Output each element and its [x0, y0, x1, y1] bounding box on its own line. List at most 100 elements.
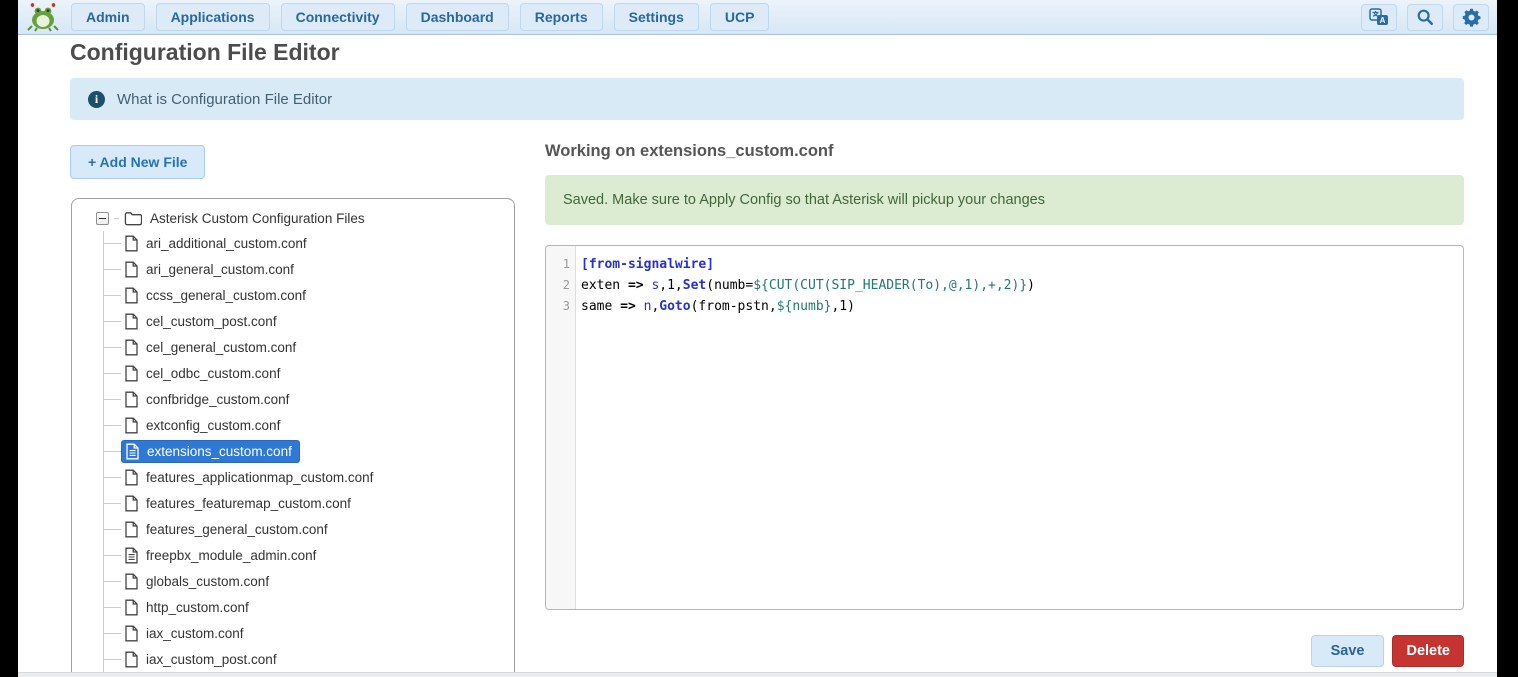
language-button[interactable]: A [1361, 4, 1397, 31]
tree-connector-dash [104, 295, 121, 296]
tree-node[interactable]: iax_custom_post.conf [121, 649, 284, 670]
tree-connector-dash [104, 633, 121, 634]
tree-connector-dash [104, 451, 121, 452]
tree-connector-dash [104, 347, 121, 348]
file-text-icon [124, 547, 139, 564]
file-tree: Asterisk Custom Configuration Files ari_… [72, 199, 514, 677]
file-name-label: extensions_custom.conf [147, 444, 292, 459]
tree-node[interactable]: extconfig_custom.conf [121, 415, 287, 436]
code-text-area[interactable]: [from-signalwire]exten => s,1,Set(numb=$… [576, 246, 1463, 609]
tree-file-item: globals_custom.conf [72, 568, 514, 594]
line-number-gutter: 123 [546, 246, 576, 609]
tree-connector-dash [104, 503, 121, 504]
tree-node[interactable]: ari_additional_custom.conf [121, 233, 314, 254]
file-icon [124, 313, 139, 330]
file-icon [124, 625, 139, 642]
search-button[interactable] [1407, 4, 1443, 31]
info-banner[interactable]: i What is Configuration File Editor [70, 78, 1464, 120]
tree-file-item: ccss_general_custom.conf [72, 282, 514, 308]
tree-file-item: cel_general_custom.conf [72, 334, 514, 360]
tree-file-item: iax_custom_post.conf [72, 646, 514, 672]
language-icon: A [1369, 8, 1389, 26]
saved-success-alert: Saved. Make sure to Apply Config so that… [545, 175, 1464, 225]
tree-node[interactable]: http_custom.conf [121, 597, 256, 618]
tree-node[interactable]: freepbx_module_admin.conf [121, 545, 323, 566]
tree-node[interactable]: features_applicationmap_custom.conf [121, 467, 380, 488]
nav-item-ucp[interactable]: UCP [710, 3, 770, 31]
file-icon [124, 417, 139, 434]
nav-menu: Admin Applications Connectivity Dashboard Re… [71, 3, 769, 31]
tree-file-item: confbridge_custom.conf [72, 386, 514, 412]
tree-file-item: features_general_custom.conf [72, 516, 514, 542]
line-number: 1 [546, 254, 575, 275]
code-line: same => n,Goto(from-pstn,${numb},1) [581, 296, 1463, 317]
tree-connector-dash [104, 243, 121, 244]
file-name-label: freepbx_module_admin.conf [146, 548, 316, 563]
page-title: Configuration File Editor [70, 39, 340, 66]
tree-connector-dash [104, 529, 121, 530]
nav-item-applications[interactable]: Applications [156, 3, 270, 31]
info-icon: i [88, 91, 105, 108]
file-name-label: extconfig_custom.conf [146, 418, 280, 433]
tree-file-item: features_featuremap_custom.conf [72, 490, 514, 516]
config-code-editor: 123 [from-signalwire]exten => s,1,Set(nu… [545, 245, 1464, 610]
settings-button[interactable] [1453, 4, 1489, 31]
tree-file-item: extensions_custom.conf [72, 438, 514, 464]
svg-text:A: A [1380, 16, 1386, 25]
tree-file-item: cel_odbc_custom.conf [72, 360, 514, 386]
file-name-label: cel_odbc_custom.conf [146, 366, 280, 381]
tree-node[interactable]: iax_custom.conf [121, 623, 251, 644]
search-icon [1416, 8, 1434, 26]
save-button[interactable]: Save [1311, 635, 1385, 667]
file-name-label: cel_general_custom.conf [146, 340, 296, 355]
nav-item-admin[interactable]: Admin [71, 3, 145, 31]
folder-icon [124, 211, 142, 226]
tree-file-item: iax_custom.conf [72, 620, 514, 646]
file-icon [124, 469, 139, 486]
editor-action-buttons: Save Delete [545, 635, 1464, 667]
nav-item-dashboard[interactable]: Dashboard [406, 3, 509, 31]
file-icon [124, 261, 139, 278]
tree-node[interactable]: features_featuremap_custom.conf [121, 493, 358, 514]
file-name-label: features_general_custom.conf [146, 522, 328, 537]
tree-node[interactable]: cel_custom_post.conf [121, 311, 284, 332]
tree-connector-dash [104, 581, 121, 582]
tree-file-item: extconfig_custom.conf [72, 412, 514, 438]
tree-node[interactable]: features_general_custom.conf [121, 519, 335, 540]
tree-node[interactable]: cel_general_custom.conf [121, 337, 303, 358]
file-icon [124, 521, 139, 538]
delete-button[interactable]: Delete [1392, 635, 1464, 667]
tree-node[interactable]: confbridge_custom.conf [121, 389, 296, 410]
tree-root-label: Asterisk Custom Configuration Files [150, 211, 365, 226]
file-text-icon [125, 443, 140, 460]
tree-node[interactable]: cel_odbc_custom.conf [121, 363, 287, 384]
tree-connector-dash [104, 269, 121, 270]
tree-connector-dash [104, 477, 121, 478]
tree-node[interactable]: globals_custom.conf [121, 571, 276, 592]
freepbx-logo-icon[interactable] [25, 2, 61, 32]
tree-file-item: freepbx_module_admin.conf [72, 542, 514, 568]
line-number: 2 [546, 275, 575, 296]
nav-item-reports[interactable]: Reports [520, 3, 603, 31]
file-name-label: ccss_general_custom.conf [146, 288, 306, 303]
working-on-heading: Working on extensions_custom.conf [545, 142, 833, 161]
add-new-file-button[interactable]: + Add New File [70, 145, 205, 179]
tree-connector-dash [104, 555, 121, 556]
tree-node[interactable]: ccss_general_custom.conf [121, 285, 313, 306]
tree-file-item: ari_additional_custom.conf [72, 230, 514, 256]
file-name-label: globals_custom.conf [146, 574, 269, 589]
tree-root-node[interactable]: Asterisk Custom Configuration Files [72, 206, 514, 230]
collapse-expander-icon[interactable] [96, 212, 109, 225]
file-icon [124, 339, 139, 356]
file-name-label: features_featuremap_custom.conf [146, 496, 351, 511]
code-line: [from-signalwire] [581, 254, 1463, 275]
nav-item-settings[interactable]: Settings [614, 3, 699, 31]
tree-connector-dash [104, 659, 121, 660]
nav-item-connectivity[interactable]: Connectivity [281, 3, 395, 31]
tree-node[interactable]: ari_general_custom.conf [121, 259, 301, 280]
file-name-label: iax_custom_post.conf [146, 652, 277, 667]
tree-node-selected[interactable]: extensions_custom.conf [121, 440, 300, 463]
tree-file-item: features_applicationmap_custom.conf [72, 464, 514, 490]
tree-items-list: ari_additional_custom.conf ari_general_cu… [72, 230, 514, 677]
file-name-label: ari_additional_custom.conf [146, 236, 307, 251]
